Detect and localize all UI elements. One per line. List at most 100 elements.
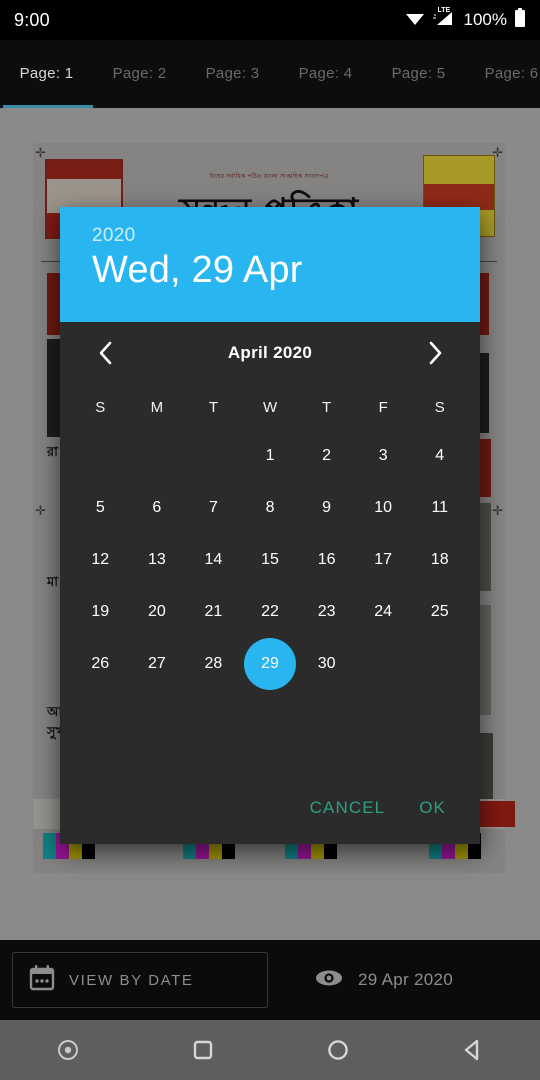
day-number[interactable]: 13 (131, 534, 183, 586)
day-number[interactable]: 15 (244, 534, 296, 586)
day-number[interactable]: 10 (357, 482, 409, 534)
cancel-button[interactable]: CANCEL (310, 798, 386, 818)
day-number[interactable]: 14 (187, 534, 239, 586)
calendar-day-28[interactable]: 28 (185, 638, 242, 690)
calendar-day-23[interactable]: 23 (298, 586, 355, 638)
chevron-left-icon[interactable] (88, 336, 122, 370)
calendar-day-24[interactable]: 24 (355, 586, 412, 638)
day-number[interactable]: 6 (131, 482, 183, 534)
calendar-day-19[interactable]: 19 (72, 586, 129, 638)
calendar-day-4[interactable]: 4 (411, 430, 468, 482)
tab-page-3[interactable]: Page: 3 (186, 65, 279, 82)
day-number[interactable]: 9 (301, 482, 353, 534)
calendar-week-row: 12 13 14 15 16 17 18 (72, 534, 468, 586)
day-number[interactable]: 27 (131, 638, 183, 690)
day-number[interactable]: 18 (414, 534, 466, 586)
wifi-icon (405, 10, 425, 31)
calendar-day-1[interactable]: 1 (242, 430, 299, 482)
calendar-day-21[interactable]: 21 (185, 586, 242, 638)
calendar-day-18[interactable]: 18 (411, 534, 468, 586)
selected-date-label[interactable]: Wed, 29 Apr (92, 249, 448, 292)
eye-icon (314, 968, 344, 993)
recents-icon[interactable] (135, 1038, 270, 1062)
calendar-weeks[interactable]: 1 2 3 4 5 6 7 8 9 10 11 12 13 14 15 16 17 18 19 20 21 22 23 24 2… (72, 430, 468, 690)
tab-page-1[interactable]: Page: 1 (0, 65, 93, 82)
day-number[interactable]: 11 (414, 482, 466, 534)
calendar-day-29[interactable]: 29 (242, 638, 299, 690)
calendar-day-15[interactable]: 15 (242, 534, 299, 586)
calendar-day-17[interactable]: 17 (355, 534, 412, 586)
calendar-day-5[interactable]: 5 (72, 482, 129, 534)
tab-page-5[interactable]: Page: 5 (372, 65, 465, 82)
weekday-label: M (150, 398, 164, 416)
calendar-cell-empty (129, 430, 186, 482)
calendar-cell-empty (355, 638, 412, 690)
lte-label: LTE (437, 6, 451, 14)
day-number[interactable]: 28 (187, 638, 239, 690)
day-number[interactable]: 7 (187, 482, 239, 534)
bottom-action-bar: VIEW BY DATE 29 Apr 2020 (0, 940, 540, 1020)
calendar-day-6[interactable]: 6 (129, 482, 186, 534)
system-navigation-bar (0, 1020, 540, 1080)
chevron-right-icon[interactable] (418, 336, 452, 370)
day-number[interactable]: 25 (414, 586, 466, 638)
calendar-day-26[interactable]: 26 (72, 638, 129, 690)
calendar-day-25[interactable]: 25 (411, 586, 468, 638)
calendar-day-3[interactable]: 3 (355, 430, 412, 482)
weekday-label: S (95, 398, 106, 416)
tab-page-2[interactable]: Page: 2 (93, 65, 186, 82)
day-number[interactable]: 3 (357, 430, 409, 482)
calendar-day-7[interactable]: 7 (185, 482, 242, 534)
day-number[interactable]: 4 (414, 430, 466, 482)
day-number[interactable]: 23 (301, 586, 353, 638)
status-icon-group: LTE 100% (405, 6, 526, 32)
calendar-day-11[interactable]: 11 (411, 482, 468, 534)
home-icon[interactable] (270, 1038, 405, 1062)
day-number[interactable]: 26 (74, 638, 126, 690)
calendar-cell-empty (185, 430, 242, 482)
view-by-date-button[interactable]: VIEW BY DATE (12, 952, 268, 1008)
back-icon[interactable] (405, 1038, 540, 1062)
calendar-day-9[interactable]: 9 (298, 482, 355, 534)
current-view-date[interactable]: 29 Apr 2020 (314, 968, 453, 993)
day-number[interactable]: 8 (244, 482, 296, 534)
calendar-week-row: 1234 (72, 430, 468, 482)
view-by-date-label: VIEW BY DATE (69, 971, 194, 989)
calendar-day-27[interactable]: 27 (129, 638, 186, 690)
tab-list[interactable]: Page: 1 Page: 2 Page: 3 Page: 4 Page: 5 Page:… (0, 40, 540, 106)
day-number[interactable]: 30 (301, 638, 353, 690)
day-number[interactable]: 17 (357, 534, 409, 586)
calendar-day-13[interactable]: 13 (129, 534, 186, 586)
tab-page-4[interactable]: Page: 4 (279, 65, 372, 82)
selected-day-circle[interactable]: 29 (244, 638, 297, 690)
day-number[interactable]: 5 (74, 482, 126, 534)
day-number[interactable]: 19 (74, 586, 126, 638)
month-year-label: April 2020 (227, 343, 313, 362)
calendar-day-2[interactable]: 2 (298, 430, 355, 482)
day-number[interactable]: 2 (301, 430, 353, 482)
calendar-day-16[interactable]: 16 (298, 534, 355, 586)
day-number[interactable]: 20 (131, 586, 183, 638)
calendar-day-10[interactable]: 10 (355, 482, 412, 534)
calendar-week-row: 19 20 21 22 23 24 25 (72, 586, 468, 638)
tab-page-6[interactable]: Page: 6 (465, 65, 540, 82)
battery-icon (514, 8, 526, 32)
calendar-day-12[interactable]: 12 (72, 534, 129, 586)
day-number[interactable]: 1 (244, 430, 296, 482)
day-number[interactable]: 16 (301, 534, 353, 586)
calendar-day-20[interactable]: 20 (129, 586, 186, 638)
date-picker-header: 2020 Wed, 29 Apr (60, 207, 480, 322)
day-number[interactable]: 22 (244, 586, 296, 638)
screen-record-icon[interactable] (0, 1038, 135, 1062)
day-number[interactable]: 21 (187, 586, 239, 638)
selected-year[interactable]: 2020 (92, 225, 448, 247)
calendar-day-22[interactable]: 22 (242, 586, 299, 638)
day-number[interactable]: 24 (357, 586, 409, 638)
calendar-grid[interactable]: SMTWTFS 1 2 3 4 5 6 7 8 9 10 11 12 13 14 15 16 17 18 19 20 2… (60, 384, 480, 690)
calendar-day-8[interactable]: 8 (242, 482, 299, 534)
calendar-day-14[interactable]: 14 (185, 534, 242, 586)
calendar-day-30[interactable]: 30 (298, 638, 355, 690)
ok-button[interactable]: OK (419, 798, 446, 818)
day-number[interactable]: 12 (74, 534, 126, 586)
page-tab-bar[interactable]: Page: 1 Page: 2 Page: 3 Page: 4 Page: 5 Page:… (0, 40, 540, 108)
